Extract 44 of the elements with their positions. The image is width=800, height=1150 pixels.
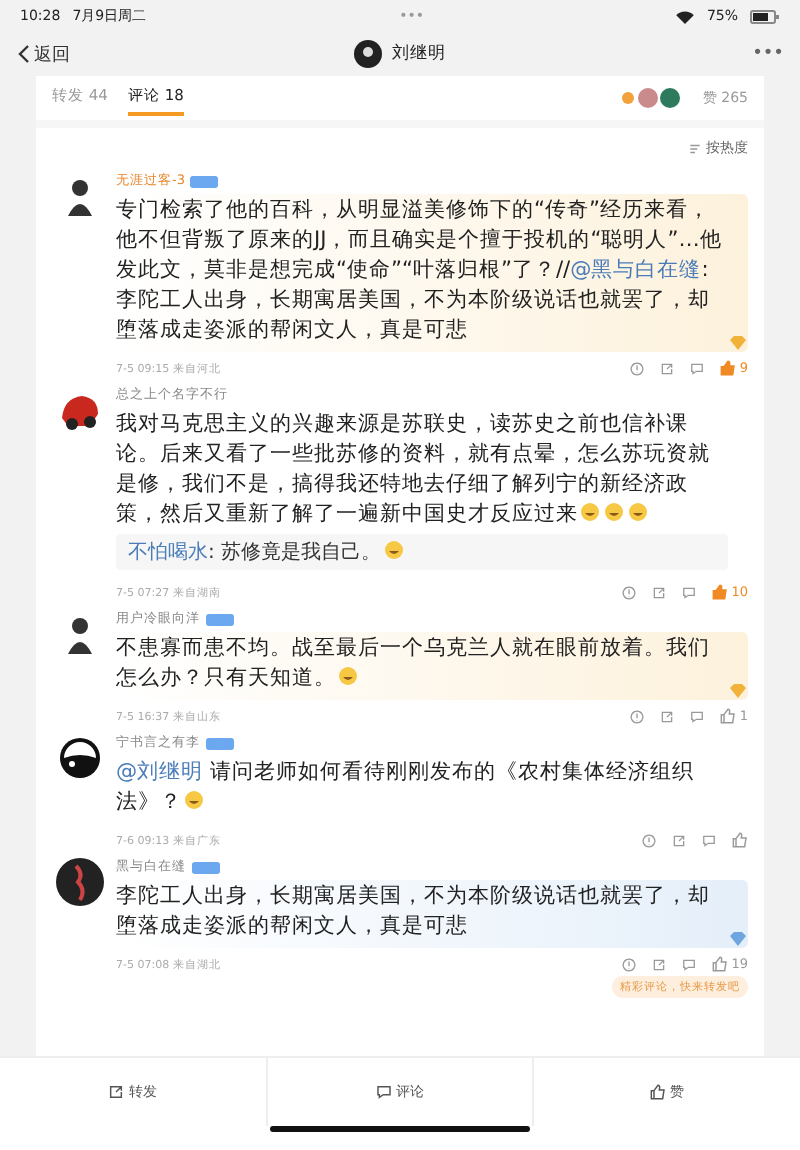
report-icon[interactable] — [621, 585, 636, 599]
profile-avatar[interactable] — [354, 40, 382, 68]
laughing-emoji-icon — [184, 790, 204, 810]
share-icon[interactable] — [659, 361, 674, 375]
report-icon[interactable] — [629, 361, 644, 375]
back-button[interactable]: 返回 — [16, 41, 70, 67]
comment-icon[interactable] — [702, 833, 716, 847]
comment-text: 不患寡而患不均。战至最后一个乌克兰人就在眼前放着。我们怎么办？只有天知道。 — [116, 634, 712, 694]
comment-text: 李陀工人出身，长期寓居美国，不为本阶级说话也就罢了，却堕落成走姿派的帮闲文人，真是可悲 — [116, 882, 712, 942]
laughing-emoji-icon — [604, 502, 624, 522]
like-icon — [650, 1084, 667, 1100]
laughing-emoji-icon — [338, 666, 358, 686]
comment-icon[interactable] — [681, 957, 696, 971]
more-button[interactable]: ••• — [752, 44, 784, 64]
user-avatar[interactable] — [56, 734, 104, 782]
comment-icon[interactable] — [689, 361, 704, 375]
wifi-icon — [676, 9, 695, 23]
comment-text: 我对马克思主义的兴趣来源是苏联史，读苏史之前也信补课论。后来又看了一些批苏修的资料，就有点晕，怎么苏玩资就是修，我们不是，搞得我还特地去仔细了解列宁的新经济政策，然后又重新了解了一遍新中国史才反应过来 — [116, 410, 712, 530]
report-icon[interactable] — [629, 709, 644, 723]
comment-icon[interactable] — [681, 585, 696, 599]
share-icon[interactable] — [651, 957, 666, 971]
comment-icon — [376, 1084, 392, 1100]
comment-text: 专门检索了他的百科，从明显溢美修饰下的“传奇”经历来看，他不但背叛了原来的JJ，而且确实是个擅于投机的“聪明人”…他发此文，莫非是想完成“使命”“叶落归根”了？//@黑与白在缝:李陀工人出身，长期寓居美国，不为本阶级说话也就罢了，却堕落成走姿派的帮闲文人，真是可悲 — [116, 196, 724, 346]
laughing-emoji-icon — [383, 540, 404, 560]
back-chevron-icon — [16, 44, 30, 64]
report-icon[interactable] — [642, 833, 656, 847]
laughing-emoji-icon — [580, 502, 600, 522]
battery-icon — [750, 9, 780, 23]
liker-avatars — [622, 88, 683, 108]
share-icon[interactable] — [651, 585, 666, 599]
laughing-emoji-icon — [628, 502, 648, 522]
share-icon[interactable] — [672, 833, 686, 847]
share-icon[interactable] — [659, 709, 674, 723]
mention-link[interactable]: @刘继明 — [116, 760, 204, 784]
page-title: 刘继明 — [392, 42, 446, 66]
sort-icon — [688, 141, 702, 155]
report-icon[interactable] — [621, 957, 636, 971]
comment-text: @刘继明 请问老师如何看待刚刚发布的《农村集体经济组织法》？ — [116, 758, 696, 818]
comment-icon[interactable] — [689, 709, 704, 723]
repost-icon — [108, 1084, 125, 1100]
like-button[interactable] — [732, 832, 748, 848]
mention-link[interactable]: @黑与白在缝 — [570, 258, 702, 282]
reply-preview[interactable]: 不怕喝水: 苏修竟是我自己。 — [116, 534, 728, 570]
user-avatar[interactable] — [56, 858, 104, 906]
